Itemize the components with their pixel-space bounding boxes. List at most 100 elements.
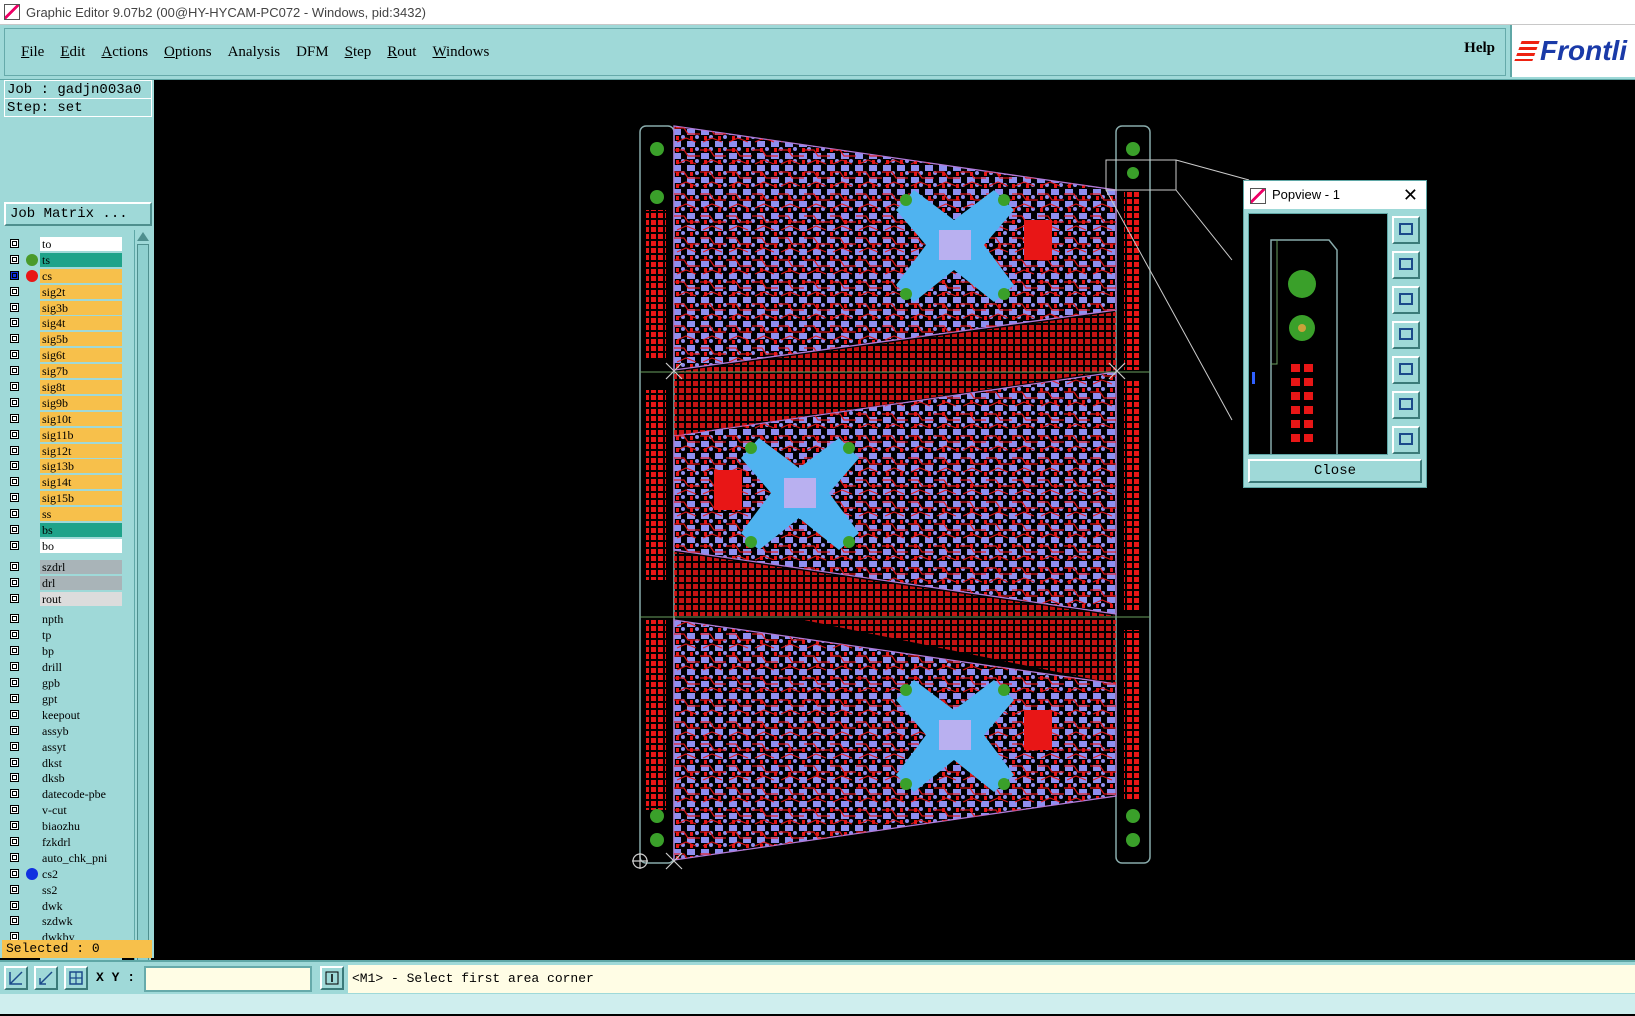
layer-checkbox[interactable]: [10, 662, 19, 672]
menu-analysis[interactable]: Analysis: [228, 44, 281, 61]
layer-checkbox[interactable]: [10, 614, 19, 624]
layer-row-sig6t[interactable]: sig6t: [4, 347, 124, 363]
layer-checkbox[interactable]: [10, 540, 19, 550]
scroll-thumb[interactable]: [137, 244, 149, 966]
layer-checkbox[interactable]: [10, 884, 19, 894]
snap-grid-icon[interactable]: [64, 966, 88, 990]
layer-row-szdwk[interactable]: szdwk: [4, 913, 124, 929]
layer-checkbox[interactable]: [10, 678, 19, 688]
layer-checkbox[interactable]: [10, 789, 19, 799]
layer-row-biaozhu[interactable]: biaozhu: [4, 818, 124, 834]
layer-checkbox[interactable]: [10, 350, 19, 360]
layer-row-gpb[interactable]: gpb: [4, 675, 124, 691]
layer-row-to[interactable]: to: [4, 236, 124, 252]
layer-checkbox[interactable]: [10, 397, 19, 407]
layer-row-sig7b[interactable]: sig7b: [4, 363, 124, 379]
layer-row-dkst[interactable]: dkst: [4, 755, 124, 771]
layer-checkbox[interactable]: [10, 509, 19, 519]
help-menu[interactable]: Help: [1464, 40, 1495, 57]
layer-row-ts[interactable]: ts: [4, 252, 124, 268]
layer-checkbox[interactable]: [10, 773, 19, 783]
layer-row-assyt[interactable]: assyt: [4, 739, 124, 755]
layer-row-auto_chk_pni[interactable]: auto_chk_pni: [4, 850, 124, 866]
layer-row-rout[interactable]: rout: [4, 591, 124, 607]
close-icon[interactable]: ✕: [1403, 181, 1418, 209]
layer-row-sig5b[interactable]: sig5b: [4, 331, 124, 347]
layer-checkbox[interactable]: [10, 429, 19, 439]
layer-row-fzkdrl[interactable]: fzkdrl: [4, 834, 124, 850]
layer-row-gpt[interactable]: gpt: [4, 691, 124, 707]
layer-row-dksb[interactable]: dksb: [4, 770, 124, 786]
layer-checkbox[interactable]: [10, 630, 19, 640]
pan-down-icon[interactable]: [1392, 286, 1420, 314]
layer-row-sig3b[interactable]: sig3b: [4, 300, 124, 316]
layer-checkbox[interactable]: [10, 382, 19, 392]
layer-checkbox[interactable]: [10, 725, 19, 735]
layer-row-assyb[interactable]: assyb: [4, 723, 124, 739]
layer-checkbox[interactable]: [10, 239, 19, 248]
layer-checkbox[interactable]: [10, 693, 19, 703]
layer-row-cs[interactable]: cs: [4, 268, 124, 284]
layer-checkbox[interactable]: [10, 916, 19, 926]
layer-row-ss[interactable]: ss: [4, 506, 124, 522]
layer-row-sig13b[interactable]: sig13b: [4, 458, 124, 474]
select-mode-icon[interactable]: [4, 966, 28, 990]
layer-row-sig12t[interactable]: sig12t: [4, 443, 124, 459]
menu-dfm[interactable]: DFM: [296, 44, 329, 61]
zoom-in-icon[interactable]: [1392, 216, 1420, 244]
layer-row-bo[interactable]: bo: [4, 538, 124, 554]
layer-row-sig10t[interactable]: sig10t: [4, 411, 124, 427]
layer-checkbox[interactable]: [10, 493, 19, 503]
layer-row-drl[interactable]: drl: [4, 575, 124, 591]
measure-icon[interactable]: [34, 966, 58, 990]
layer-checkbox[interactable]: [10, 254, 19, 264]
menu-edit[interactable]: Edit: [60, 44, 85, 61]
menu-windows[interactable]: Windows: [432, 44, 489, 61]
pan-right-icon[interactable]: [1392, 356, 1420, 384]
menu-options[interactable]: Options: [164, 44, 212, 61]
zoom-out-icon[interactable]: [1392, 391, 1420, 419]
menu-file[interactable]: File: [21, 44, 44, 61]
layer-row-npth[interactable]: npth: [4, 611, 124, 627]
layer-checkbox[interactable]: [10, 270, 19, 280]
layer-checkbox[interactable]: [10, 757, 19, 767]
layer-checkbox[interactable]: [10, 366, 19, 376]
layer-checkbox[interactable]: [10, 836, 19, 846]
layer-checkbox[interactable]: [10, 302, 19, 312]
layer-checkbox[interactable]: [10, 318, 19, 328]
layer-checkbox[interactable]: [10, 413, 19, 423]
layer-checkbox[interactable]: [10, 525, 19, 535]
layer-row-sig2t[interactable]: sig2t: [4, 284, 124, 300]
layer-checkbox[interactable]: [10, 741, 19, 751]
layer-row-keepout[interactable]: keepout: [4, 707, 124, 723]
popview-canvas[interactable]: [1248, 213, 1388, 455]
layer-row-sig8t[interactable]: sig8t: [4, 379, 124, 395]
pan-left-icon[interactable]: [1392, 321, 1420, 349]
layer-checkbox[interactable]: [10, 868, 19, 878]
job-matrix-button[interactable]: Job Matrix ...: [4, 202, 152, 226]
layer-row-sig9b[interactable]: sig9b: [4, 395, 124, 411]
layer-checkbox[interactable]: [10, 445, 19, 455]
menu-step[interactable]: Step: [345, 44, 372, 61]
layer-row-sig11b[interactable]: sig11b: [4, 427, 124, 443]
pan-up-icon[interactable]: [1392, 251, 1420, 279]
menu-actions[interactable]: Actions: [101, 44, 148, 61]
layer-checkbox[interactable]: [10, 593, 19, 603]
xy-coordinate-input[interactable]: [144, 966, 312, 992]
layer-checkbox[interactable]: [10, 286, 19, 296]
layer-checkbox[interactable]: [10, 821, 19, 831]
layer-checkbox[interactable]: [10, 709, 19, 719]
layer-row-dwk[interactable]: dwk: [4, 898, 124, 914]
layer-row-datecode-pbe[interactable]: datecode-pbe: [4, 786, 124, 802]
layer-checkbox[interactable]: [10, 577, 19, 587]
layer-row-drill[interactable]: drill: [4, 659, 124, 675]
layer-row-sig15b[interactable]: sig15b: [4, 490, 124, 506]
layer-row-tp[interactable]: tp: [4, 627, 124, 643]
layer-row-sig4t[interactable]: sig4t: [4, 315, 124, 331]
layer-row-ss2[interactable]: ss2: [4, 882, 124, 898]
layer-row-cs2[interactable]: cs2: [4, 866, 124, 882]
layer-row-sig14t[interactable]: sig14t: [4, 474, 124, 490]
layer-row-bs[interactable]: bs: [4, 522, 124, 538]
layer-checkbox[interactable]: [10, 852, 19, 862]
text-cursor-icon[interactable]: [320, 966, 344, 990]
